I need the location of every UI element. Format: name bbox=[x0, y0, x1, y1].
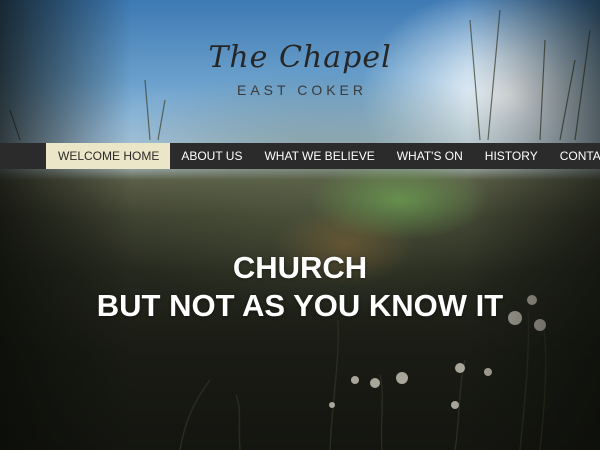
hero-heading: CHURCH BUT NOT AS YOU KNOW IT bbox=[0, 249, 600, 325]
main-navigation: WELCOME HOME ABOUT US WHAT WE BELIEVE WH… bbox=[0, 143, 600, 169]
nav-item-contact[interactable]: CONTACT bbox=[549, 143, 600, 169]
logo-subtitle: EAST COKER bbox=[237, 82, 367, 98]
site-logo[interactable]: The Chapel EAST COKER bbox=[200, 40, 400, 98]
nav-item-whats-on[interactable]: WHAT'S ON bbox=[386, 143, 474, 169]
nav-item-welcome-home[interactable]: WELCOME HOME bbox=[46, 143, 171, 169]
nav-item-about-us[interactable]: ABOUT US bbox=[170, 143, 253, 169]
nav-list: WELCOME HOME ABOUT US WHAT WE BELIEVE WH… bbox=[46, 143, 600, 169]
page: The Chapel EAST COKER WELCOME HOME ABOUT… bbox=[0, 0, 600, 450]
logo-title: The Chapel bbox=[208, 40, 392, 75]
hero-heading-line-2: BUT NOT AS YOU KNOW IT bbox=[96, 288, 504, 323]
nav-item-history[interactable]: HISTORY bbox=[474, 143, 549, 169]
nav-item-what-we-believe[interactable]: WHAT WE BELIEVE bbox=[253, 143, 385, 169]
hero-heading-line-1: CHURCH bbox=[232, 250, 368, 285]
